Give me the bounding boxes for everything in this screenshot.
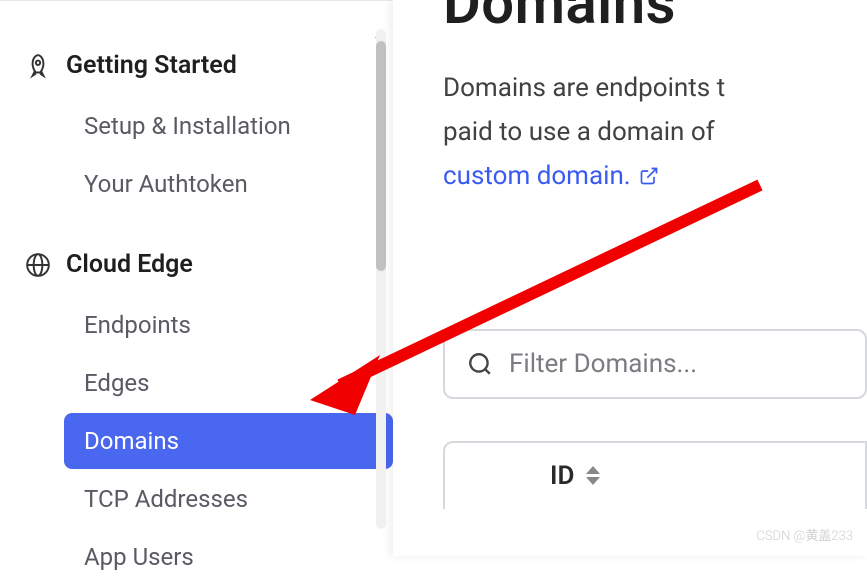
page-title: Domains bbox=[443, 0, 867, 38]
table-header: ID bbox=[443, 441, 867, 509]
rocket-icon bbox=[24, 52, 52, 80]
scrollbar-thumb[interactable] bbox=[376, 41, 386, 271]
section-header-getting-started[interactable]: Getting Started bbox=[24, 41, 393, 90]
column-header-id[interactable]: ID bbox=[550, 461, 600, 491]
sidebar-item-endpoints[interactable]: Endpoints bbox=[64, 297, 393, 353]
search-icon bbox=[467, 351, 493, 377]
sidebar-item-domains[interactable]: Domains bbox=[64, 413, 393, 469]
section-title: Getting Started bbox=[66, 51, 237, 80]
filter-input-wrapper[interactable] bbox=[443, 329, 867, 399]
section-header-cloud-edge[interactable]: Cloud Edge bbox=[24, 240, 393, 289]
page-description: Domains are endpoints t paid to use a do… bbox=[443, 66, 867, 199]
sidebar-item-your-authtoken[interactable]: Your Authtoken bbox=[64, 156, 393, 212]
sort-icon bbox=[586, 466, 600, 485]
sidebar-item-tcp-addresses[interactable]: TCP Addresses bbox=[64, 471, 393, 527]
sidebar-item-edges[interactable]: Edges bbox=[64, 355, 393, 411]
external-link-icon bbox=[639, 166, 659, 186]
main-content: Domains Domains are endpoints t paid to … bbox=[393, 0, 867, 556]
desc-text-1: Domains are endpoints t bbox=[443, 73, 725, 103]
column-label: ID bbox=[550, 461, 574, 491]
sidebar-section-cloud-edge: Cloud Edge Endpoints Edges Domains TCP A… bbox=[24, 240, 393, 585]
watermark: CSDN @黄盖233 bbox=[756, 525, 853, 544]
link-text: custom domain. bbox=[443, 154, 631, 198]
sidebar: Getting Started Setup & Installation You… bbox=[0, 0, 393, 556]
sidebar-section-getting-started: Getting Started Setup & Installation You… bbox=[24, 41, 393, 212]
sidebar-item-app-users[interactable]: App Users bbox=[64, 529, 393, 585]
globe-icon bbox=[24, 251, 52, 279]
desc-text-2: paid to use a domain of bbox=[443, 117, 715, 147]
section-title: Cloud Edge bbox=[66, 250, 193, 279]
sidebar-item-setup-installation[interactable]: Setup & Installation bbox=[64, 98, 393, 154]
custom-domain-link[interactable]: custom domain. bbox=[443, 154, 659, 198]
filter-input[interactable] bbox=[509, 349, 843, 379]
